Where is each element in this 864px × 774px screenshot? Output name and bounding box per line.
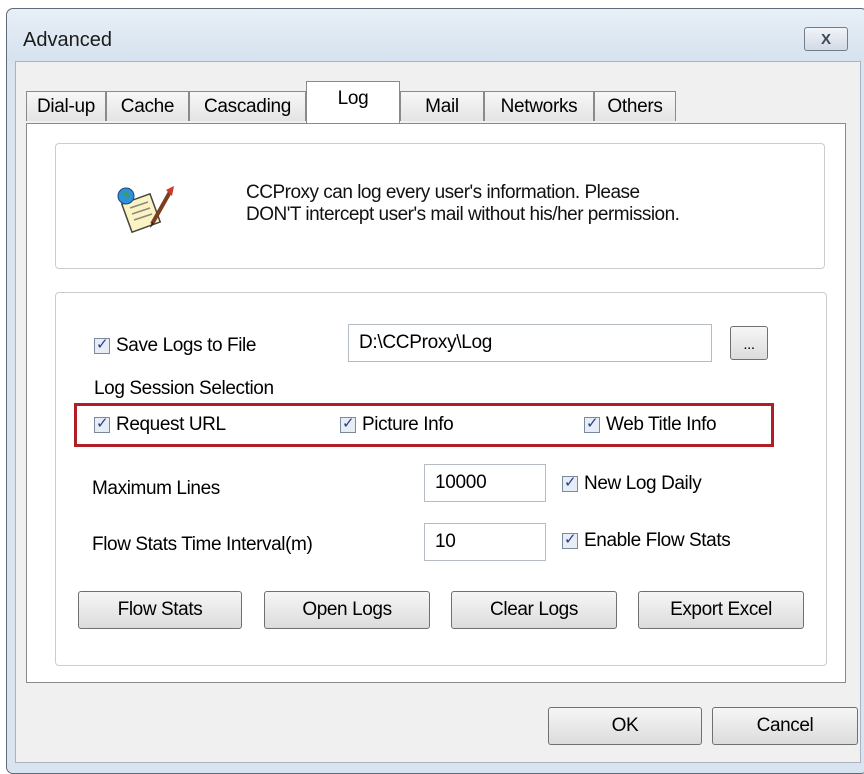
ok-button[interactable]: OK	[548, 707, 702, 745]
browse-button[interactable]: ...	[730, 326, 768, 360]
tab-mail[interactable]: Mail	[400, 91, 484, 121]
save-logs-checkbox[interactable]: Save Logs to File	[94, 335, 256, 357]
checkbox-checked-icon	[584, 414, 600, 433]
tab-cache[interactable]: Cache	[106, 91, 189, 121]
advanced-dialog: Advanced X Dial-up Cache Cascading Log M…	[6, 8, 864, 774]
checkbox-checked-icon	[562, 473, 578, 492]
checkbox-checked-icon	[340, 414, 356, 433]
dialog-body: Dial-up Cache Cascading Log Mail Network…	[15, 61, 861, 763]
flow-stats-button[interactable]: Flow Stats	[78, 591, 242, 629]
info-line-1: CCProxy can log every user's information…	[246, 182, 640, 203]
log-session-selection-label: Log Session Selection	[94, 378, 274, 399]
picture-info-checkbox[interactable]: Picture Info	[340, 414, 454, 436]
tab-dial-up[interactable]: Dial-up	[26, 91, 106, 121]
tab-log[interactable]: Log	[306, 81, 400, 123]
open-logs-button[interactable]: Open Logs	[264, 591, 430, 629]
info-text: CCProxy can log every user's information…	[246, 182, 680, 226]
log-tab-panel: CCProxy can log every user's information…	[26, 123, 846, 683]
maximum-lines-field[interactable]: 10000	[424, 464, 546, 502]
clear-logs-button[interactable]: Clear Logs	[451, 591, 617, 629]
enable-flow-stats-checkbox[interactable]: Enable Flow Stats	[562, 530, 731, 552]
web-title-info-checkbox[interactable]: Web Title Info	[584, 414, 717, 436]
export-excel-button[interactable]: Export Excel	[638, 591, 804, 629]
tab-cascading[interactable]: Cascading	[189, 91, 306, 121]
close-button[interactable]: X	[804, 27, 848, 51]
cancel-button[interactable]: Cancel	[712, 707, 858, 745]
title-bar: Advanced X	[7, 9, 864, 61]
window-title: Advanced	[23, 29, 112, 51]
flow-stats-interval-field[interactable]: 10	[424, 523, 546, 561]
close-icon: X	[820, 30, 831, 48]
flow-stats-interval-label: Flow Stats Time Interval(m)	[92, 534, 313, 555]
checkbox-checked-icon	[562, 530, 578, 549]
maximum-lines-label: Maximum Lines	[92, 478, 220, 499]
info-box: CCProxy can log every user's information…	[55, 143, 825, 269]
log-path-field[interactable]: D:\CCProxy\Log	[348, 324, 712, 362]
tab-networks[interactable]: Networks	[484, 91, 594, 121]
checkbox-checked-icon	[94, 335, 110, 354]
log-icon	[114, 184, 178, 240]
request-url-checkbox[interactable]: Request URL	[94, 414, 226, 436]
log-settings-group: Save Logs to File D:\CCProxy\Log ... Log…	[55, 292, 827, 666]
tab-others[interactable]: Others	[594, 91, 676, 121]
checkbox-checked-icon	[94, 414, 110, 433]
new-log-daily-checkbox[interactable]: New Log Daily	[562, 473, 702, 495]
info-line-2: DON'T intercept user's mail without his/…	[246, 204, 680, 225]
